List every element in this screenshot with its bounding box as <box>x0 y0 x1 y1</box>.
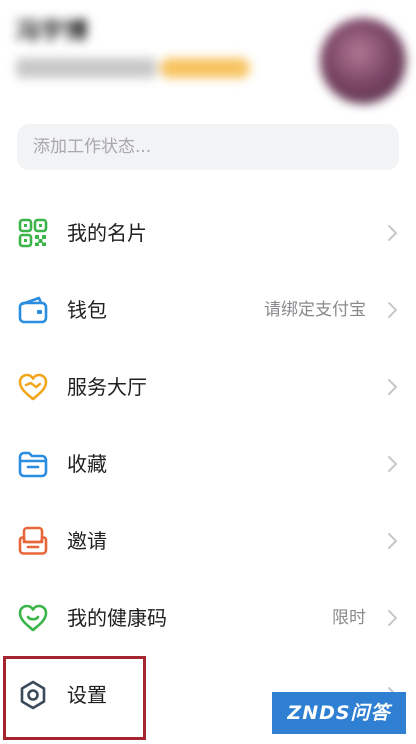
wallet-icon <box>17 294 49 326</box>
menu-item-label: 我的名片 <box>67 221 147 245</box>
menu-item-label: 收藏 <box>67 452 107 476</box>
menu-item-label: 邀请 <box>67 529 107 553</box>
settings-highlight-box <box>3 656 146 740</box>
profile-name: 冯宇博 <box>16 17 88 45</box>
service-hall-icon <box>17 371 49 403</box>
avatar[interactable] <box>320 18 406 104</box>
menu-item-value: 限时 <box>332 608 366 628</box>
menu-item-wallet[interactable]: 钱包 请绑定支付宝 <box>0 279 416 339</box>
menu-item-invite[interactable]: 邀请 <box>0 510 416 570</box>
qr-code-icon <box>17 217 49 249</box>
menu-item-service-hall[interactable]: 服务大厅 <box>0 356 416 416</box>
menu-item-business-card[interactable]: 我的名片 <box>0 202 416 262</box>
profile-menu-page: 冯宇博 添加工作状态... 我的名片 钱包 请绑定支付宝 服务大厅 收藏 邀请 … <box>0 0 416 744</box>
chevron-right-icon <box>383 454 403 474</box>
chevron-right-icon <box>383 300 403 320</box>
menu-item-favorites[interactable]: 收藏 <box>0 433 416 493</box>
menu-item-label: 我的健康码 <box>67 606 167 630</box>
profile-subtitle-placeholder <box>16 58 156 78</box>
profile-tag-placeholder <box>160 58 250 78</box>
menu-item-label: 服务大厅 <box>67 375 147 399</box>
menu-item-label: 钱包 <box>67 298 107 322</box>
folder-icon <box>17 448 49 480</box>
chevron-right-icon <box>383 531 403 551</box>
menu-item-health-code[interactable]: 我的健康码 限时 <box>0 587 416 647</box>
znds-watermark: ZNDS问答 <box>272 692 406 734</box>
health-heart-icon <box>17 602 49 634</box>
chevron-right-icon <box>383 377 403 397</box>
invite-icon <box>17 525 49 557</box>
chevron-right-icon <box>383 223 403 243</box>
work-status-input[interactable]: 添加工作状态... <box>17 124 399 170</box>
profile-header[interactable]: 冯宇博 <box>0 0 416 110</box>
chevron-right-icon <box>383 608 403 628</box>
menu-item-value: 请绑定支付宝 <box>264 300 366 320</box>
